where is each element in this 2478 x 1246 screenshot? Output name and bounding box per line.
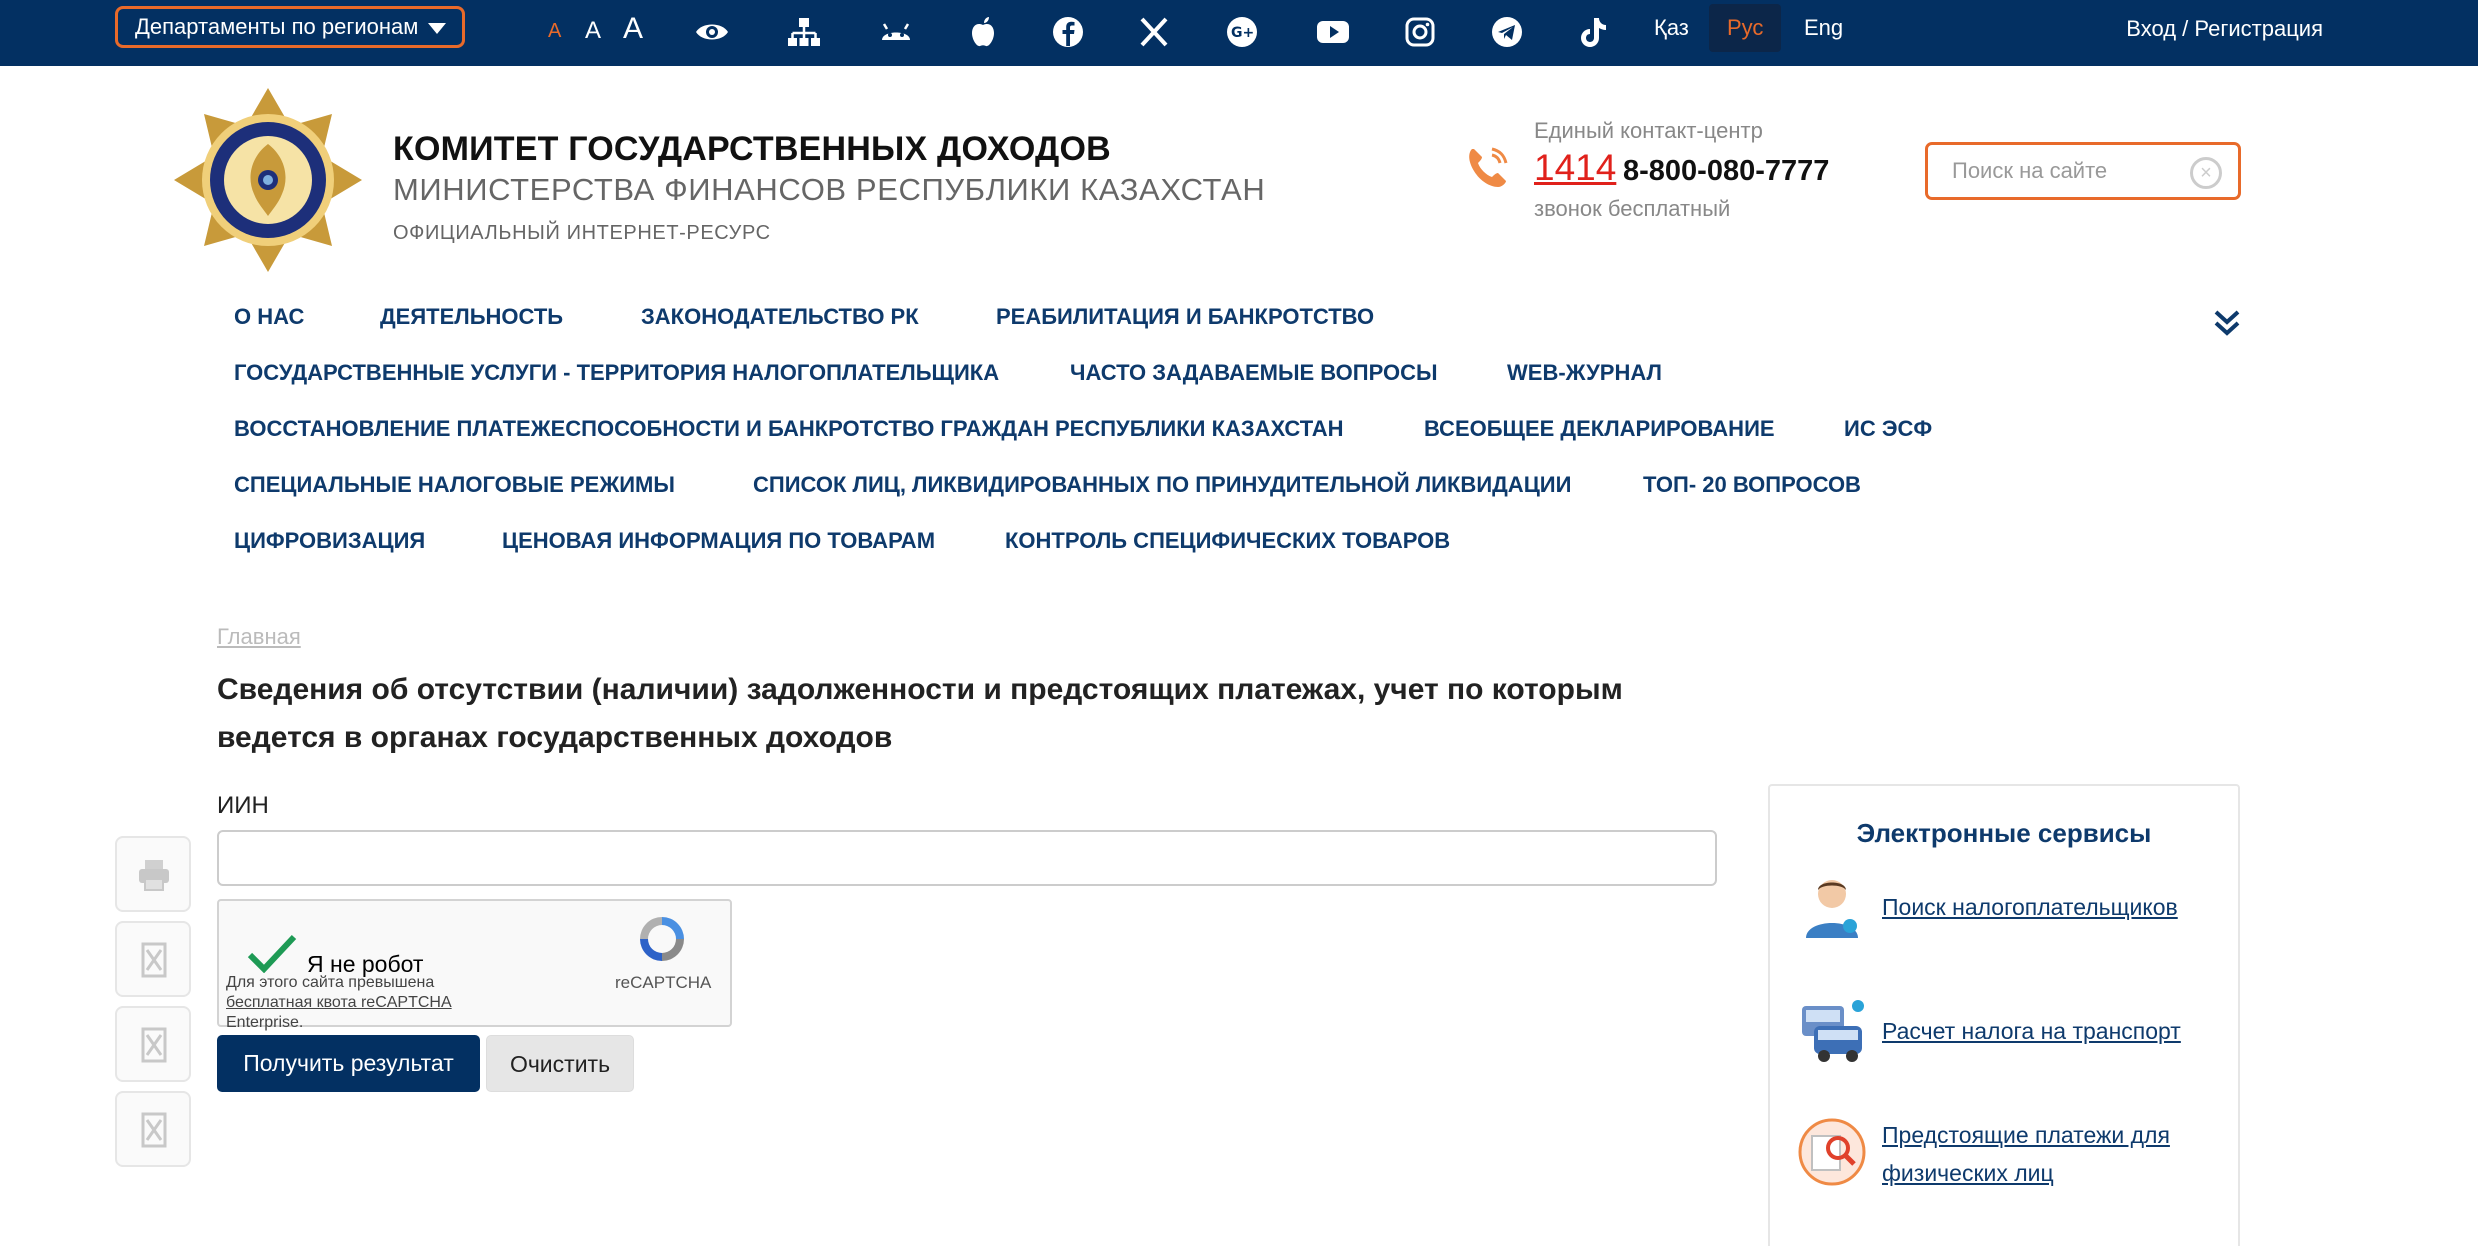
google-plus-icon[interactable]: G+ [1222,12,1262,52]
search-box: × [1925,142,2241,200]
android-icon[interactable] [876,12,916,52]
youtube-icon[interactable] [1313,12,1353,52]
recaptcha-widget: Я не робот reCAPTCHA Для этого сайта пре… [217,899,732,1031]
iin-input[interactable] [217,830,1717,886]
printer-icon [139,860,169,891]
side-tool-doc-3[interactable] [115,1091,191,1167]
iin-label: ИИН [217,792,269,819]
font-size-medium-button[interactable]: A [585,17,601,45]
departments-dropdown[interactable]: Департаменты по регионам [115,6,465,48]
lang-eng[interactable]: Eng [1786,4,1861,52]
sitemap-icon[interactable] [784,12,824,52]
menu-item-restoration[interactable]: ВОССТАНОВЛЕНИЕ ПЛАТЕЖЕСПОСОБНОСТИ И БАНК… [234,416,1344,442]
tiktok-icon[interactable] [1573,12,1613,52]
contact-center-label: Единый контакт-центр [1534,118,1763,143]
breadcrumb-home[interactable]: Главная [217,624,301,650]
facebook-icon[interactable] [1048,12,1088,52]
menu-item-top20[interactable]: ТОП- 20 ВОПРОСОВ [1643,472,1861,498]
document-icon [141,942,167,978]
svg-text:G+: G+ [1231,25,1254,41]
close-icon[interactable]: × [2190,157,2222,189]
search-input[interactable] [1952,155,2182,187]
document-icon [141,1112,167,1148]
menu-item-web-journal[interactable]: WEB-ЖУРНАЛ [1507,360,1662,386]
menu-item-activity[interactable]: ДЕЯТЕЛЬНОСТЬ [380,304,563,330]
menu-item-is-esf[interactable]: ИС ЭСФ [1844,416,1932,442]
captcha-note-line3: Enterprise. [226,1014,304,1031]
eye-icon[interactable] [692,12,732,52]
payment-search-icon [1796,1116,1868,1188]
e-service-link-upcoming-payments[interactable]: Предстоящие платежи для физических лиц [1882,1116,2222,1192]
lang-rus[interactable]: Рус [1709,4,1782,52]
e-services-title: Электронные сервисы [1856,818,2152,848]
clear-button[interactable]: Очистить [486,1035,634,1092]
captcha-quota-note: Для этого сайта превышена бесплатная кво… [226,973,452,1033]
recaptcha-logo-icon [634,911,690,967]
font-size-large-button[interactable]: A [623,12,643,46]
document-icon [141,1027,167,1063]
departments-label: Департаменты по регионам [135,14,419,39]
recaptcha-brand: reCAPTCHA [615,973,712,992]
captcha-note-line1: Для этого сайта превышена [226,974,435,991]
e-service-link-transport-tax[interactable]: Расчет налога на транспорт [1882,1012,2222,1050]
side-tool-doc-1[interactable] [115,921,191,997]
double-chevron-down-icon[interactable] [2210,306,2244,340]
phone-icon [1462,141,1514,193]
menu-item-price-info[interactable]: ЦЕНОВАЯ ИНФОРМАЦИЯ ПО ТОВАРАМ [502,528,935,554]
menu-item-about[interactable]: О НАС [234,304,304,330]
captcha-quota-link[interactable]: бесплатная квота reCAPTCHA [226,993,452,1013]
contact-free-label: звонок бесплатный [1534,196,1731,221]
side-tool-doc-2[interactable] [115,1006,191,1082]
apple-icon[interactable] [963,12,1003,52]
org-resource-label: ОФИЦИАЛЬНЫЙ ИНТЕРНЕТ-РЕСУРС [393,222,771,244]
org-subtitle: МИНИСТЕРСТВА ФИНАНСОВ РЕСПУБЛИКИ КАЗАХСТ… [393,172,1266,207]
chevron-down-icon [428,23,446,34]
menu-item-specific-goods[interactable]: КОНТРОЛЬ СПЕЦИФИЧЕСКИХ ТОВАРОВ [1005,528,1450,554]
menu-item-legislation[interactable]: ЗАКОНОДАТЕЛЬСТВО РК [641,304,919,330]
menu-item-liquidated-list[interactable]: СПИСОК ЛИЦ, ЛИКВИДИРОВАННЫХ ПО ПРИНУДИТЕ… [753,472,1571,498]
menu-item-faq[interactable]: ЧАСТО ЗАДАВАЕМЫЕ ВОПРОСЫ [1070,360,1438,386]
get-result-button[interactable]: Получить результат [217,1035,480,1092]
menu-item-digitalization[interactable]: ЦИФРОВИЗАЦИЯ [234,528,425,554]
e-services-panel: Электронные сервисы Поиск налогоплательщ… [1768,784,2240,1246]
emblem-logo[interactable] [172,86,364,274]
menu-item-tax-regimes[interactable]: СПЕЦИАЛЬНЫЕ НАЛОГОВЫЕ РЕЖИМЫ [234,472,675,498]
top-bar: Департаменты по регионам A A A G+ Қаз Ру… [0,0,2478,66]
menu-item-gov-services[interactable]: ГОСУДАРСТВЕННЫЕ УСЛУГИ - ТЕРРИТОРИЯ НАЛО… [234,360,999,386]
font-size-small-button[interactable]: A [548,20,561,43]
vehicles-icon [1796,996,1868,1068]
menu-item-rehabilitation[interactable]: РЕАБИЛИТАЦИЯ И БАНКРОТСТВО [996,304,1374,330]
telegram-icon[interactable] [1487,12,1527,52]
x-icon[interactable] [1134,12,1174,52]
checkmark-icon[interactable] [246,933,298,974]
person-search-icon [1796,872,1868,944]
menu-item-declaration[interactable]: ВСЕОБЩЕЕ ДЕКЛАРИРОВАНИЕ [1424,416,1775,442]
e-service-link-taxpayer-search[interactable]: Поиск налогоплательщиков [1882,888,2222,926]
hotline-number[interactable]: 1414 [1534,147,1616,189]
contact-phone: 8-800-080-7777 [1623,155,1830,187]
instagram-icon[interactable] [1400,12,1440,52]
org-title: КОМИТЕТ ГОСУДАРСТВЕННЫХ ДОХОДОВ [393,130,1111,168]
lang-kaz[interactable]: Қаз [1636,4,1707,52]
page-title: Сведения об отсутствии (наличии) задолже… [217,673,1623,754]
login-link[interactable]: Вход / Регистрация [2126,16,2323,42]
print-button[interactable] [115,836,191,912]
